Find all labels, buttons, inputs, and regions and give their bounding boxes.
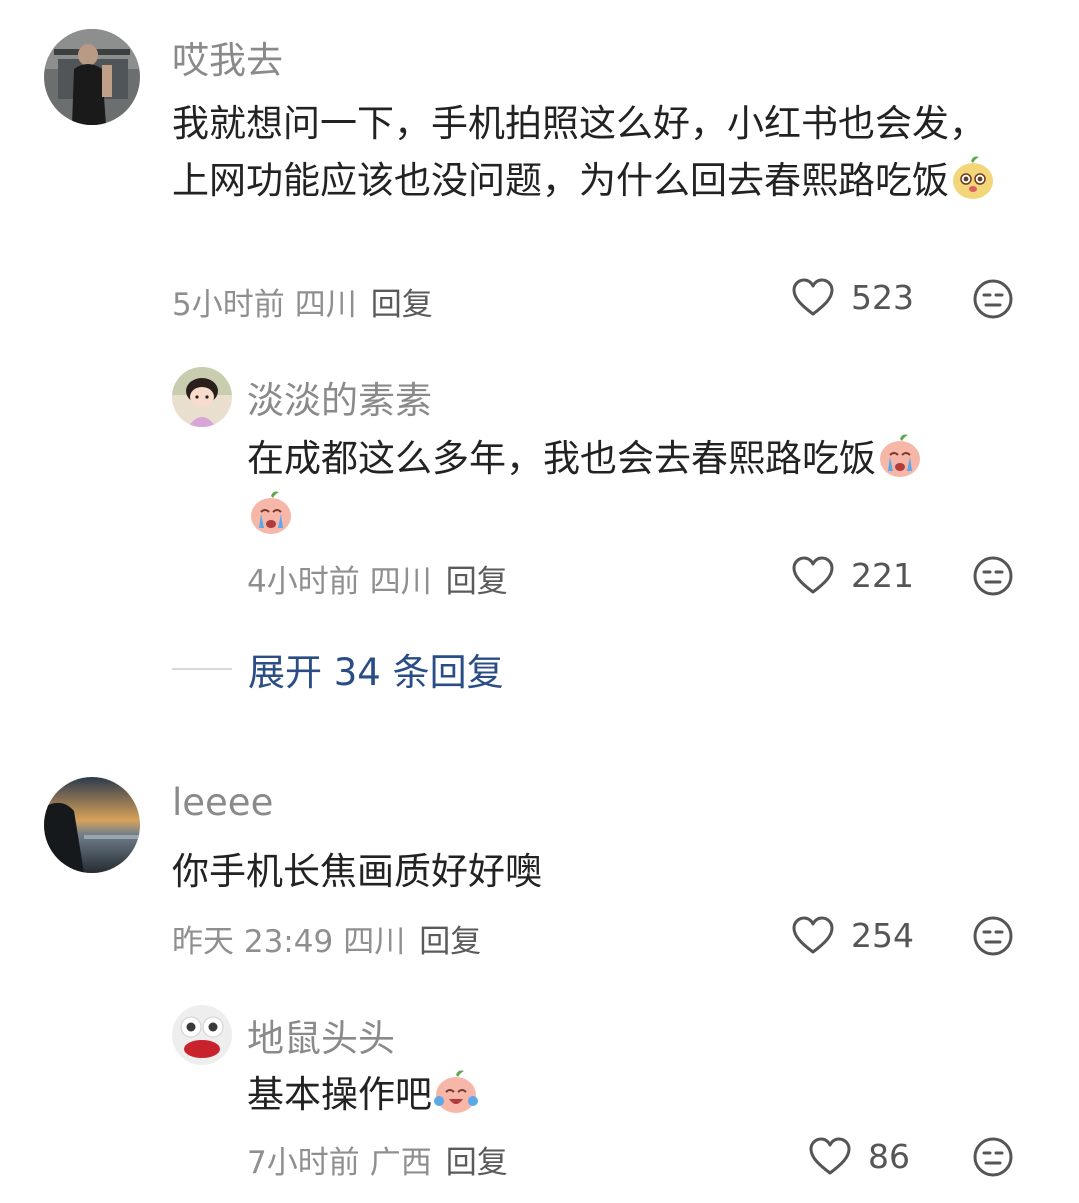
like-count: 221 [851, 555, 914, 595]
comment-meta: 5小时前 四川 回复 [172, 279, 433, 324]
comment-meta: 昨天 23:49 四川 回复 [172, 916, 481, 961]
comment-text: 我就想问一下，手机拍照这么好，小红书也会发，上网功能应该也没问题，为什么回去春熙… [172, 95, 1017, 209]
comment-location: 四川 [343, 924, 406, 960]
heart-icon [792, 556, 834, 594]
reply-button[interactable]: 回复 [446, 564, 508, 600]
heart-icon [809, 1137, 851, 1175]
like-count: 254 [851, 915, 914, 955]
avatar[interactable] [172, 1005, 232, 1065]
dislike-face-icon[interactable] [972, 278, 1014, 320]
comment-text: 你手机长焦画质好好噢 [172, 850, 542, 893]
like-button[interactable]: 86 [808, 1136, 910, 1176]
dislike-face-icon[interactable] [972, 1136, 1014, 1178]
comment-location: 四川 [369, 564, 432, 600]
comment-time: 昨天 23:49 [172, 924, 334, 960]
avatar[interactable] [44, 29, 140, 125]
username[interactable]: leeee [172, 781, 273, 824]
comment-text: 在成都这么多年，我也会去春熙路吃饭 [247, 430, 1017, 544]
comment-time: 5小时前 [172, 287, 285, 323]
comment-meta: 4小时前 四川 回复 [247, 556, 508, 601]
expand-replies-label: 展开 34 条回复 [248, 651, 504, 694]
like-count: 86 [868, 1136, 910, 1176]
crying-emoji-icon [880, 434, 920, 477]
comment-text: 基本操作吧 [247, 1066, 1017, 1123]
like-button[interactable]: 221 [791, 555, 914, 595]
username[interactable]: 地鼠头头 [247, 1008, 395, 1062]
comment-text-body: 在成都这么多年，我也会去春熙路吃饭 [247, 437, 876, 480]
divider [172, 668, 232, 670]
like-count: 523 [851, 277, 914, 317]
laugh-cry-emoji-icon [434, 1070, 478, 1113]
heart-icon [792, 916, 834, 954]
comment-location: 广西 [369, 1145, 432, 1181]
dislike-face-icon[interactable] [972, 555, 1014, 597]
comment-time: 4小时前 [247, 564, 360, 600]
expand-replies-button[interactable]: 展开 34 条回复 [172, 642, 504, 696]
username[interactable]: 淡淡的素素 [247, 370, 432, 424]
comment-text-body: 基本操作吧 [247, 1073, 432, 1116]
comment-location: 四川 [294, 287, 357, 323]
comment-text-body: 我就想问一下，手机拍照这么好，小红书也会发，上网功能应该也没问题，为什么回去春熙… [172, 102, 986, 202]
avatar[interactable] [172, 367, 232, 427]
comment-time: 7小时前 [247, 1145, 360, 1181]
reply-button[interactable]: 回复 [419, 924, 481, 960]
username[interactable]: 哎我去 [172, 30, 283, 84]
comment-meta: 7小时前 广西 回复 [247, 1137, 508, 1182]
puppy-emoji-icon [953, 156, 993, 199]
avatar[interactable] [44, 777, 140, 873]
like-button[interactable]: 254 [791, 915, 914, 955]
heart-icon [792, 278, 834, 316]
reply-button[interactable]: 回复 [446, 1145, 508, 1181]
dislike-face-icon[interactable] [972, 915, 1014, 957]
crying-emoji-icon [251, 491, 291, 534]
like-button[interactable]: 523 [791, 277, 914, 317]
reply-button[interactable]: 回复 [371, 287, 433, 323]
